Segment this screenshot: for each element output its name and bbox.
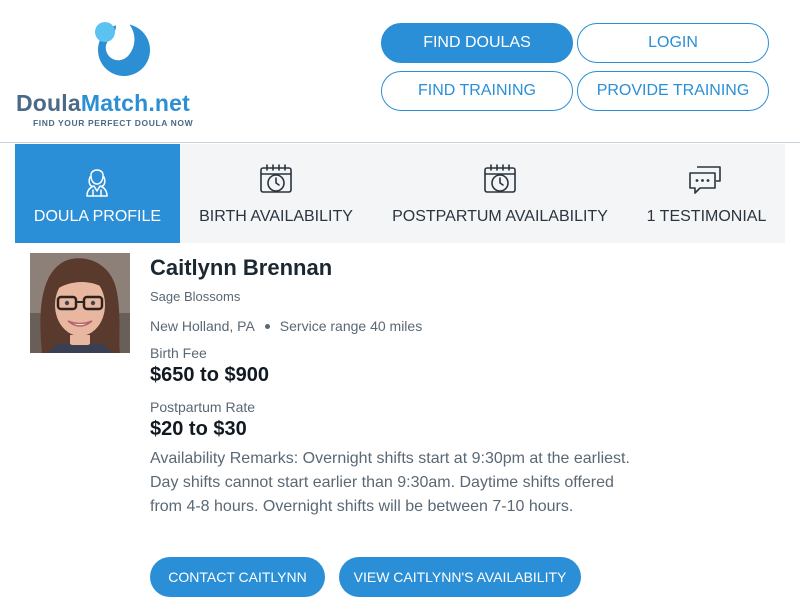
site-header: DoulaMatch.net FIND YOUR PERFECT DOULA N… — [0, 0, 800, 143]
find-doulas-button[interactable]: FIND DOULAS — [381, 23, 573, 63]
provide-training-button[interactable]: PROVIDE TRAINING — [577, 71, 769, 111]
availability-remarks: Availability Remarks: Overnight shifts s… — [150, 450, 630, 515]
site-logo[interactable]: DoulaMatch.net FIND YOUR PERFECT DOULA N… — [16, 10, 226, 132]
birth-fee-value: $650 to $900 — [150, 364, 269, 386]
doula-practice-name: Sage Blossoms — [150, 289, 241, 304]
view-availability-button[interactable]: VIEW CAITLYNN'S AVAILABILITY — [339, 557, 581, 597]
postpartum-rate-label: Postpartum Rate — [150, 399, 256, 415]
tab-label: DOULA PROFILE — [33, 208, 162, 225]
chat-bubbles-icon — [689, 166, 721, 194]
login-button[interactable]: LOGIN — [577, 23, 769, 63]
doula-profile-photo — [30, 253, 130, 353]
tab-label: 1 TESTIMONIAL — [646, 208, 767, 225]
logo-tagline: FIND YOUR PERFECT DOULA NOW — [33, 118, 194, 128]
tab-label: BIRTH AVAILABILITY — [199, 208, 353, 225]
logo-word-match: Match.net — [80, 90, 191, 116]
logo-word-doula: Doula — [16, 90, 81, 116]
droplet-logo-icon — [95, 14, 150, 76]
separator-dot — [264, 323, 270, 329]
logo-wordmark: DoulaMatch.net — [16, 90, 190, 117]
tab-testimonials[interactable]: 1 TESTIMONIAL — [628, 144, 785, 243]
tab-postpartum-availability[interactable]: POSTPARTUM AVAILABILITY — [372, 144, 628, 243]
doula-service-range: Service range 40 miles — [279, 318, 423, 334]
tab-label: POSTPARTUM AVAILABILITY — [392, 208, 608, 225]
contact-doula-button[interactable]: CONTACT CAITLYNN — [150, 557, 325, 597]
find-training-button[interactable]: FIND TRAINING — [381, 71, 573, 111]
profile-tabs: DOULA PROFILE BIRTH AVAILABILITY POSTPAR… — [15, 144, 785, 243]
tab-birth-availability[interactable]: BIRTH AVAILABILITY — [180, 144, 372, 243]
doula-name: Caitlynn Brennan — [150, 255, 333, 280]
doula-location-line: New Holland, PA Service range 40 miles — [150, 318, 422, 334]
calendar-clock-icon — [484, 164, 516, 193]
tab-doula-profile[interactable]: DOULA PROFILE — [15, 144, 180, 243]
doula-location: New Holland, PA — [150, 318, 255, 334]
calendar-clock-icon — [260, 164, 292, 193]
postpartum-rate-value: $20 to $30 — [150, 418, 247, 440]
birth-fee-label: Birth Fee — [150, 345, 207, 361]
doula-person-icon — [86, 169, 108, 197]
